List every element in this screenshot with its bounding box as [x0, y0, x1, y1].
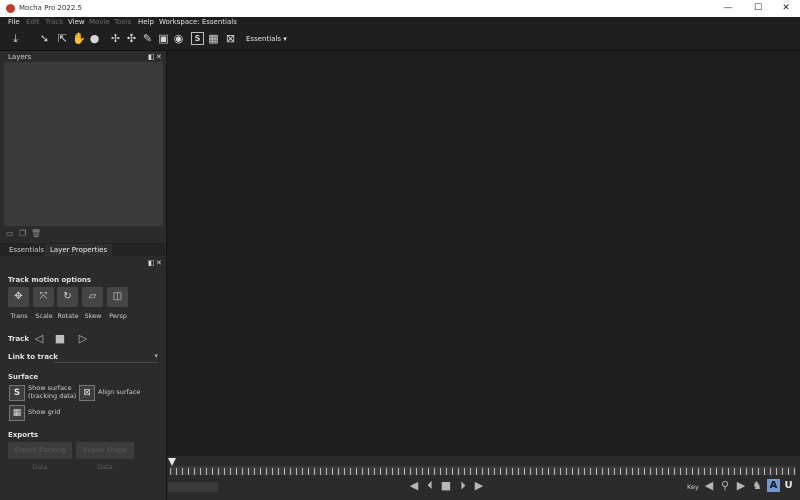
select-arrow-icon[interactable]: ➘	[38, 32, 51, 45]
add-points-icon[interactable]: ✎	[141, 32, 154, 45]
show-surface-label: Show surface (tracking data)	[28, 384, 76, 400]
layers-panel-title: Layers	[8, 53, 32, 61]
hand-pan-icon[interactable]: ✋	[72, 32, 86, 45]
zoom-circle-icon[interactable]: ●	[88, 32, 101, 45]
add-key-icon[interactable]: ⚲	[719, 480, 731, 492]
menu-workspace[interactable]: Workspace: Essentials	[159, 18, 237, 27]
playhead-marker[interactable]	[168, 458, 176, 466]
timeline-area	[167, 456, 800, 500]
show-grid-button[interactable]: ▦	[9, 405, 25, 421]
close-panel-icon[interactable]: ✕	[156, 53, 162, 61]
workspace-dropdown[interactable]: Essentials ▾	[246, 35, 287, 43]
timeline-ruler[interactable]	[170, 468, 796, 475]
align-surface-button[interactable]: ⊠	[79, 385, 95, 401]
close-properties-icon[interactable]: ✕	[156, 259, 162, 267]
chevron-down-icon: ▾	[154, 352, 158, 360]
menu-movie[interactable]: Movie	[89, 18, 110, 27]
track-motion-title: Track motion options	[8, 276, 92, 284]
title-bar: Mocha Pro 2022.5 — ☐ ✕	[0, 0, 800, 17]
link-to-track-dropdown[interactable]: ▾	[54, 352, 158, 363]
track-label: Track	[8, 335, 29, 343]
tab-layer-properties[interactable]: Layer Properties	[45, 244, 113, 256]
export-tracking-data-button[interactable]: Export Tracking Data	[8, 442, 72, 471]
track-forwards-icon[interactable]: ▷	[77, 333, 89, 345]
scale-label: Scale	[35, 312, 53, 320]
menu-file[interactable]: File	[8, 18, 20, 27]
track-backwards-icon[interactable]: ◁	[33, 333, 45, 345]
workspace-value: Essentials	[246, 35, 282, 43]
menu-edit[interactable]: Edit	[26, 18, 40, 27]
trans-label: Trans	[10, 312, 28, 320]
export-shape-data-button[interactable]: Export Shape Data	[76, 442, 134, 471]
menu-tools[interactable]: Tools	[114, 18, 131, 27]
toolbar: ⤓ ➘ ⇱ ✋ ● ✢ ✣ ✎ ▣ ◉ S ▦ ⊠ Essentials ▾	[0, 28, 800, 51]
stop-icon[interactable]: ■	[440, 480, 452, 492]
app-logo-icon	[6, 4, 15, 13]
viewer-canvas[interactable]	[167, 51, 800, 456]
rotate-button[interactable]: ↻	[57, 287, 78, 307]
stop-tracking-icon[interactable]: ■	[54, 333, 66, 345]
previous-key-icon[interactable]: ◀	[703, 480, 715, 492]
menu-help[interactable]: Help	[138, 18, 154, 27]
frame-number-field[interactable]	[168, 482, 218, 492]
menu-view[interactable]: View	[68, 18, 85, 27]
next-key-icon[interactable]: ▶	[735, 480, 747, 492]
ellipse-tool-icon[interactable]: ◉	[172, 32, 185, 45]
menu-bar: File Edit Track View Movie Tools Help Wo…	[0, 17, 800, 28]
step-forward-icon[interactable]: ⏵	[457, 480, 469, 492]
rotate-label: Rotate	[57, 312, 79, 320]
trash-icon[interactable]: 🗑	[31, 230, 41, 238]
float-panel-icon[interactable]: ◧	[148, 53, 155, 61]
close-window-button[interactable]: ✕	[771, 2, 800, 15]
align-surface-label: Align surface	[98, 388, 141, 396]
surface-toggle-icon[interactable]: S	[191, 32, 204, 45]
play-backwards-icon[interactable]: ◀	[408, 480, 420, 492]
create-xspline-icon[interactable]: ✢	[109, 32, 122, 45]
step-back-icon[interactable]: ⏴	[424, 480, 436, 492]
create-bezier-icon[interactable]: ✣	[125, 32, 138, 45]
align-surface-icon[interactable]: ⊠	[224, 32, 237, 45]
persp-label: Persp	[109, 312, 127, 320]
auto-key-button[interactable]: A	[767, 479, 780, 492]
show-surface-line2: (tracking data)	[28, 392, 77, 400]
new-folder-icon[interactable]: ▭	[6, 230, 15, 238]
skew-button[interactable]: ▱	[82, 287, 103, 307]
grid-toggle-icon[interactable]: ▦	[207, 32, 220, 45]
skew-label: Skew	[84, 312, 102, 320]
maximize-button[interactable]: ☐	[743, 2, 773, 15]
persp-button[interactable]: ◫	[107, 287, 128, 307]
scale-button[interactable]: ⤧	[33, 287, 54, 307]
select-points-icon[interactable]: ⇱	[56, 32, 69, 45]
duplicate-layer-icon[interactable]: ❐	[19, 230, 28, 238]
layers-list[interactable]	[4, 62, 163, 226]
show-grid-label: Show grid	[28, 408, 61, 416]
link-to-track-label: Link to track	[8, 353, 58, 361]
exports-title: Exports	[8, 431, 39, 439]
show-surface-button[interactable]: S	[9, 385, 25, 401]
keyframe-options-icon[interactable]: ♞	[751, 480, 763, 492]
rectangle-tool-icon[interactable]: ▣	[157, 32, 170, 45]
trans-button[interactable]: ✥	[8, 287, 29, 307]
download-icon[interactable]: ⤓	[9, 32, 22, 45]
float-properties-icon[interactable]: ◧	[148, 259, 155, 267]
minimize-button[interactable]: —	[713, 2, 743, 15]
tab-essentials[interactable]: Essentials	[4, 244, 49, 256]
window-title: Mocha Pro 2022.5	[19, 4, 82, 12]
overwrite-key-button[interactable]: U	[782, 479, 795, 492]
play-forwards-icon[interactable]: ▶	[473, 480, 485, 492]
chevron-down-icon: ▾	[283, 35, 287, 43]
surface-title: Surface	[8, 373, 39, 381]
key-label: Key	[687, 483, 699, 491]
show-surface-line1: Show surface	[28, 384, 72, 392]
menu-track[interactable]: Track	[45, 18, 63, 27]
